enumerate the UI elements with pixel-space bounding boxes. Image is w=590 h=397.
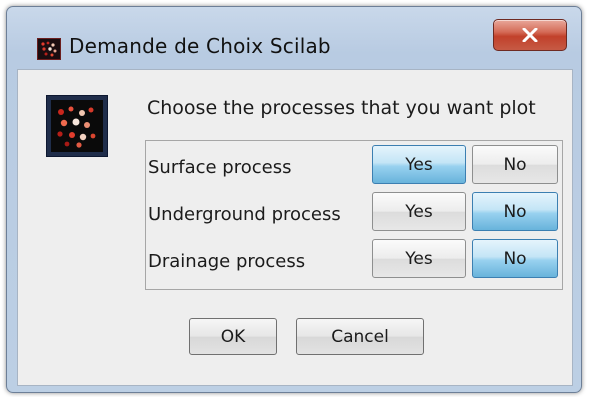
underground-yes-button[interactable]: Yes [372,192,466,231]
close-icon [522,28,538,42]
cancel-button[interactable]: Cancel [296,318,424,355]
ok-button[interactable]: OK [189,318,277,355]
process-options-panel: Surface process Yes No Underground proce… [145,140,563,290]
option-row-surface: Surface process Yes No [146,145,562,191]
drainage-no-button[interactable]: No [472,239,558,278]
drainage-yes-button[interactable]: Yes [372,239,466,278]
scilab-icon [37,38,61,60]
option-row-underground: Underground process Yes No [146,192,562,238]
title-bar[interactable]: Demande de Choix Scilab [7,7,581,69]
underground-process-label: Underground process [148,204,341,225]
window-title: Demande de Choix Scilab [69,34,331,58]
option-row-drainage: Drainage process Yes No [146,239,562,285]
surface-process-label: Surface process [148,157,292,178]
close-button[interactable] [493,19,567,51]
prompt-text: Choose the processes that you want plot [147,97,536,119]
drainage-process-label: Drainage process [148,251,306,272]
underground-no-button[interactable]: No [472,192,558,231]
surface-no-button[interactable]: No [472,145,558,184]
surface-yes-button[interactable]: Yes [372,145,466,184]
scilab-dialog-icon [46,95,108,157]
